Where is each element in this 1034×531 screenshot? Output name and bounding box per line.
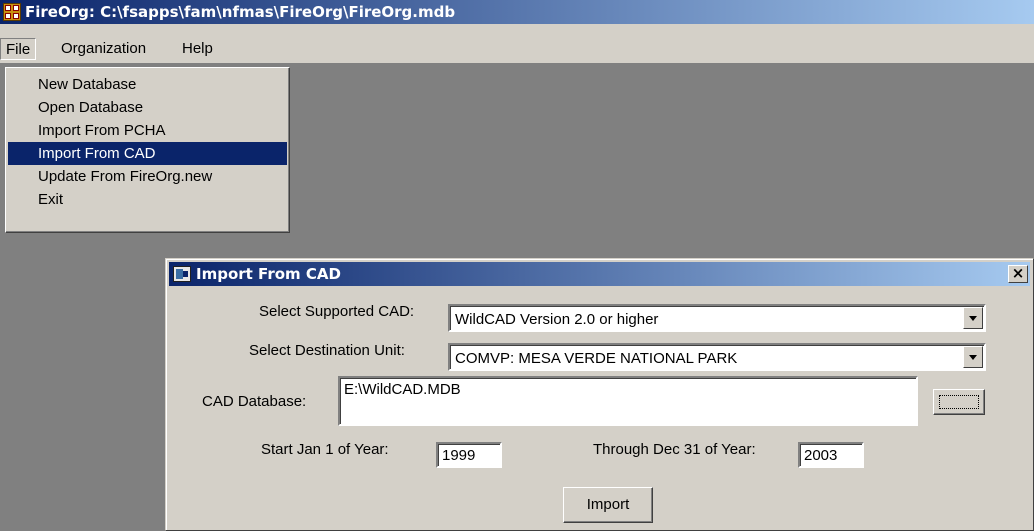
dialog-titlebar[interactable]: Import From CAD × — [169, 262, 1030, 286]
chevron-down-icon[interactable] — [963, 307, 983, 329]
menu-item-exit[interactable]: Exit — [8, 188, 287, 211]
menu-bar: File Organization Help — [0, 24, 1034, 64]
destination-unit-value: COMVP: MESA VERDE NATIONAL PARK — [455, 350, 738, 367]
through-year-field[interactable]: 2003 — [798, 442, 864, 468]
cad-database-field[interactable]: E:\WildCAD.MDB — [338, 376, 918, 426]
cad-select[interactable]: WildCAD Version 2.0 or higher — [448, 304, 986, 332]
menu-item-update-from-fireorg-new[interactable]: Update From FireOrg.new — [8, 165, 287, 188]
menu-item-open-database[interactable]: Open Database — [8, 96, 287, 119]
through-year-value: 2003 — [804, 447, 838, 464]
cad-database-label: CAD Database: — [202, 393, 307, 410]
menu-organization[interactable]: Organization — [56, 38, 151, 60]
menu-item-import-from-cad[interactable]: Import From CAD — [8, 142, 287, 165]
cad-database-value: E:\WildCAD.MDB — [344, 381, 461, 398]
window-titlebar[interactable]: FireOrg: C:\fsapps\fam\nfmas\FireOrg\Fir… — [0, 0, 1034, 24]
dialog-title: Import From CAD — [196, 265, 341, 283]
file-dropdown-menu: New Database Open Database Import From P… — [5, 67, 290, 233]
browse-button[interactable] — [933, 389, 985, 415]
import-button[interactable]: Import — [563, 487, 653, 523]
menu-file[interactable]: File — [0, 38, 37, 60]
menu-item-import-from-pcha[interactable]: Import From PCHA — [8, 119, 287, 142]
fireorg-app-icon[interactable] — [3, 3, 21, 21]
select-cad-label: Select Supported CAD: — [259, 303, 415, 320]
menu-help[interactable]: Help — [177, 38, 218, 60]
chevron-down-icon[interactable] — [963, 346, 983, 368]
menu-item-new-database[interactable]: New Database — [8, 73, 287, 96]
start-year-value: 1999 — [442, 447, 476, 464]
import-from-cad-dialog: Import From CAD × Select Supported CAD: … — [165, 258, 1034, 531]
window-title: FireOrg: C:\fsapps\fam\nfmas\FireOrg\Fir… — [25, 3, 456, 21]
cad-select-value: WildCAD Version 2.0 or higher — [455, 311, 659, 328]
through-year-label: Through Dec 31 of Year: — [593, 441, 756, 458]
browse-focus-icon — [939, 395, 979, 409]
close-button[interactable]: × — [1008, 265, 1028, 283]
import-dialog-icon — [173, 266, 191, 282]
destination-unit-label: Select Destination Unit: — [249, 342, 405, 359]
start-year-field[interactable]: 1999 — [436, 442, 502, 468]
close-icon: × — [1011, 264, 1025, 282]
start-year-label: Start Jan 1 of Year: — [261, 441, 389, 458]
destination-unit-select[interactable]: COMVP: MESA VERDE NATIONAL PARK — [448, 343, 986, 371]
